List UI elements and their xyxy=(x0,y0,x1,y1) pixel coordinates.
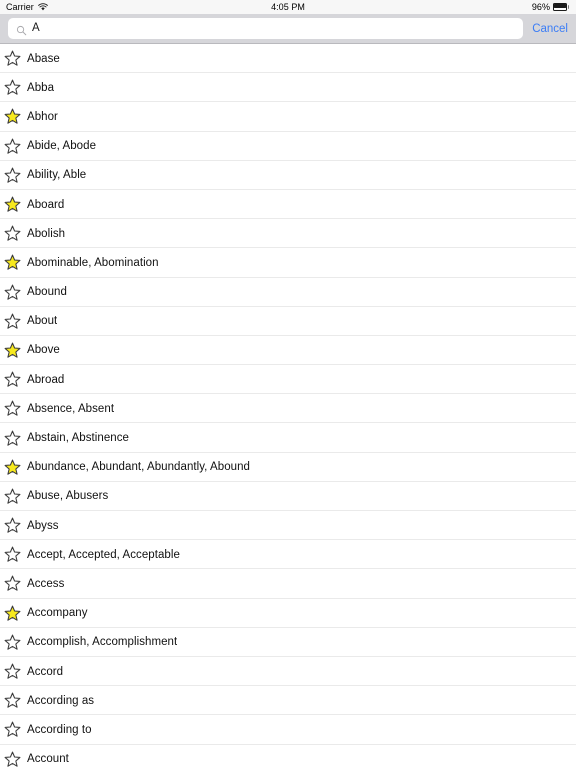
list-item-label: Abba xyxy=(27,81,55,94)
star-outline-icon[interactable] xyxy=(4,634,21,651)
list-item-label: According to xyxy=(27,723,92,736)
star-filled-icon[interactable] xyxy=(4,342,21,359)
star-outline-icon[interactable] xyxy=(4,138,21,155)
star-outline-icon[interactable] xyxy=(4,663,21,680)
list-item-label: Abroad xyxy=(27,373,65,386)
status-bar: Carrier 4:05 PM 96% xyxy=(0,0,576,14)
list-item[interactable]: According as xyxy=(0,686,576,716)
list-item-label: About xyxy=(27,315,58,328)
star-outline-icon[interactable] xyxy=(4,546,21,563)
star-outline-icon[interactable] xyxy=(4,575,21,592)
star-outline-icon[interactable] xyxy=(4,751,21,768)
list-item-label: Accord xyxy=(27,665,64,678)
carrier-label: Carrier xyxy=(6,2,34,12)
star-outline-icon[interactable] xyxy=(4,167,21,184)
star-outline-icon[interactable] xyxy=(4,225,21,242)
search-input-value: A xyxy=(32,22,40,34)
list-item-label: Abundance, Abundant, Abundantly, Abound xyxy=(27,461,250,474)
star-outline-icon[interactable] xyxy=(4,721,21,738)
list-item-label: Access xyxy=(27,577,65,590)
star-filled-icon[interactable] xyxy=(4,459,21,476)
list-item-label: Abase xyxy=(27,52,60,65)
list-item[interactable]: Abroad xyxy=(0,365,576,395)
list-item[interactable]: Abstain, Abstinence xyxy=(0,423,576,453)
list-item-label: Abhor xyxy=(27,110,58,123)
list-item[interactable]: Abba xyxy=(0,73,576,103)
list-item[interactable]: Abyss xyxy=(0,511,576,541)
list-item[interactable]: Accept, Accepted, Acceptable xyxy=(0,540,576,570)
list-item[interactable]: Abundance, Abundant, Abundantly, Abound xyxy=(0,452,576,483)
list-item[interactable]: About xyxy=(0,306,576,337)
list-item[interactable]: Accompany xyxy=(0,598,576,628)
battery-percent-label: 96% xyxy=(531,2,550,12)
star-outline-icon[interactable] xyxy=(4,400,21,417)
search-bar: A Cancel xyxy=(0,14,576,44)
star-outline-icon[interactable] xyxy=(4,517,21,534)
list-item-label: Accomplish, Accomplishment xyxy=(27,636,178,649)
star-outline-icon[interactable] xyxy=(4,313,21,330)
list-item-label: Ability, Able xyxy=(27,169,87,182)
list-item-label: Abstain, Abstinence xyxy=(27,432,129,445)
list-item-label: Account xyxy=(27,753,69,766)
list-item-label: Accompany xyxy=(27,607,88,620)
list-item[interactable]: Aboard xyxy=(0,189,576,220)
list-item[interactable]: Account xyxy=(0,744,576,768)
status-bar-clock: 4:05 PM xyxy=(271,2,305,12)
star-outline-icon[interactable] xyxy=(4,692,21,709)
list-item[interactable]: Abuse, Abusers xyxy=(0,481,576,512)
battery-full-icon xyxy=(553,3,570,11)
status-bar-right: 96% xyxy=(532,2,570,12)
star-outline-icon[interactable] xyxy=(4,284,21,301)
list-item[interactable]: Ability, Able xyxy=(0,160,576,191)
star-filled-icon[interactable] xyxy=(4,196,21,213)
list-item[interactable]: Absence, Absent xyxy=(0,394,576,424)
list-item[interactable]: Abide, Abode xyxy=(0,131,576,161)
list-item-label: Above xyxy=(27,344,60,357)
search-icon xyxy=(16,23,27,36)
list-item-label: Aboard xyxy=(27,198,65,211)
star-filled-icon[interactable] xyxy=(4,605,21,622)
word-list[interactable]: Abase Abba Abhor Abide, Abode Ability, Able A… xyxy=(0,44,576,768)
star-filled-icon[interactable] xyxy=(4,108,21,125)
list-item[interactable]: Abhor xyxy=(0,102,576,132)
list-item[interactable]: Accomplish, Accomplishment xyxy=(0,627,576,658)
star-filled-icon[interactable] xyxy=(4,254,21,271)
list-item-label: According as xyxy=(27,694,95,707)
star-outline-icon[interactable] xyxy=(4,430,21,447)
list-item[interactable]: According to xyxy=(0,715,576,745)
list-item[interactable]: Accord xyxy=(0,656,576,687)
list-item[interactable]: Above xyxy=(0,335,576,366)
list-item[interactable]: Abound xyxy=(0,277,576,307)
list-item[interactable]: Abase xyxy=(0,44,576,74)
app-screen: Carrier 4:05 PM 96% A Cancel Abase Abba … xyxy=(0,0,576,768)
list-item[interactable]: Abolish xyxy=(0,219,576,249)
status-bar-left: Carrier xyxy=(6,2,48,12)
cancel-button[interactable]: Cancel xyxy=(532,23,568,35)
list-item[interactable]: Abominable, Abomination xyxy=(0,248,576,278)
list-item-label: Abide, Abode xyxy=(27,140,97,153)
list-item-label: Abyss xyxy=(27,519,59,532)
star-outline-icon[interactable] xyxy=(4,488,21,505)
star-outline-icon[interactable] xyxy=(4,371,21,388)
list-item-label: Abominable, Abomination xyxy=(27,256,159,269)
list-item-label: Accept, Accepted, Acceptable xyxy=(27,548,180,561)
list-item-label: Abound xyxy=(27,286,67,299)
star-outline-icon[interactable] xyxy=(4,79,21,96)
wifi-icon xyxy=(37,3,48,11)
star-outline-icon[interactable] xyxy=(4,50,21,67)
list-item-label: Abolish xyxy=(27,227,66,240)
list-item[interactable]: Access xyxy=(0,569,576,599)
search-input[interactable]: A xyxy=(8,18,524,39)
list-item-label: Absence, Absent xyxy=(27,402,115,415)
list-item-label: Abuse, Abusers xyxy=(27,490,109,503)
